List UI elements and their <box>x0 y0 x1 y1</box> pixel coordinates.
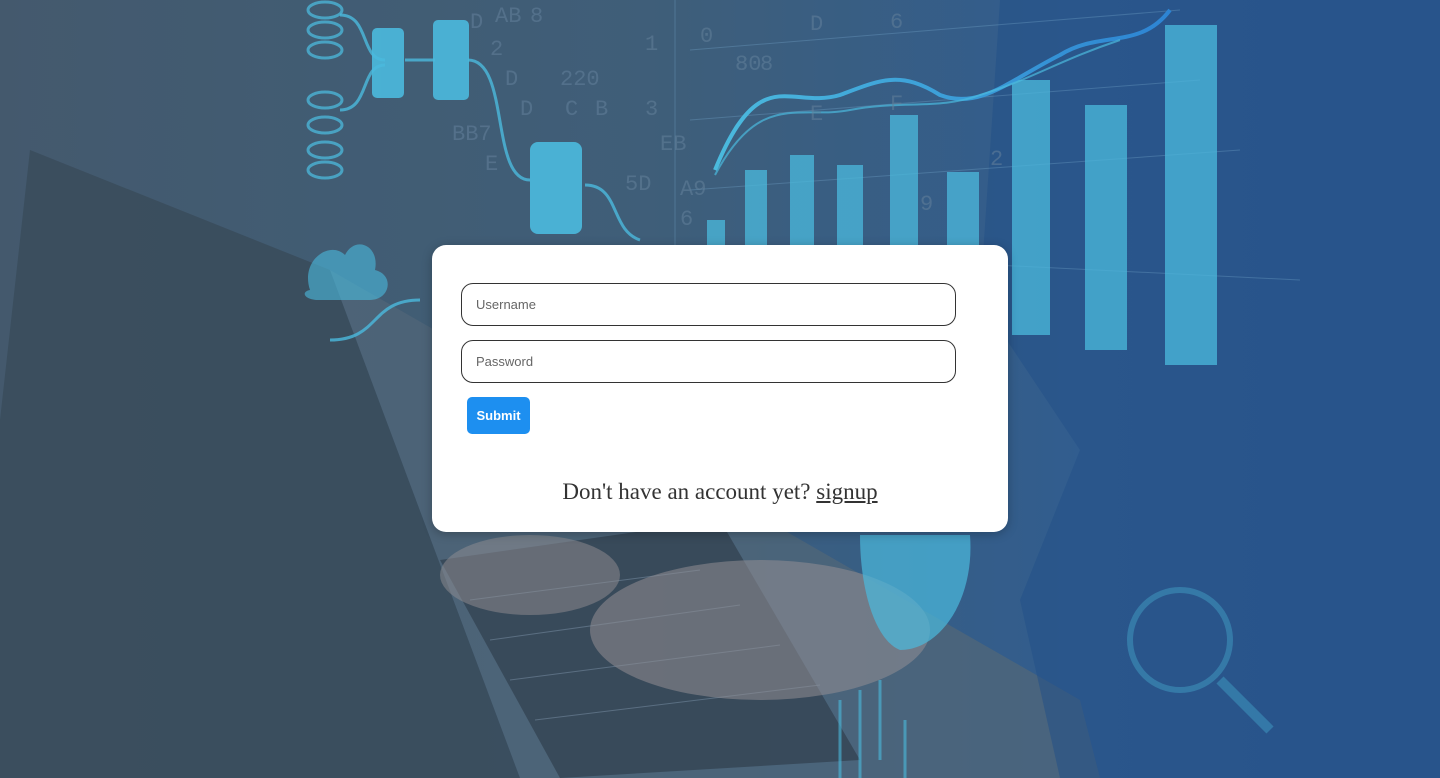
password-input[interactable] <box>461 340 956 383</box>
signup-prompt-text: Don't have an account yet? <box>562 479 811 504</box>
submit-button[interactable]: Submit <box>467 397 530 434</box>
signup-prompt-line: Don't have an account yet? signup <box>432 479 1008 505</box>
username-input[interactable] <box>461 283 956 326</box>
login-card: Submit Don't have an account yet? signup <box>432 245 1008 532</box>
signup-link[interactable]: signup <box>816 479 877 504</box>
